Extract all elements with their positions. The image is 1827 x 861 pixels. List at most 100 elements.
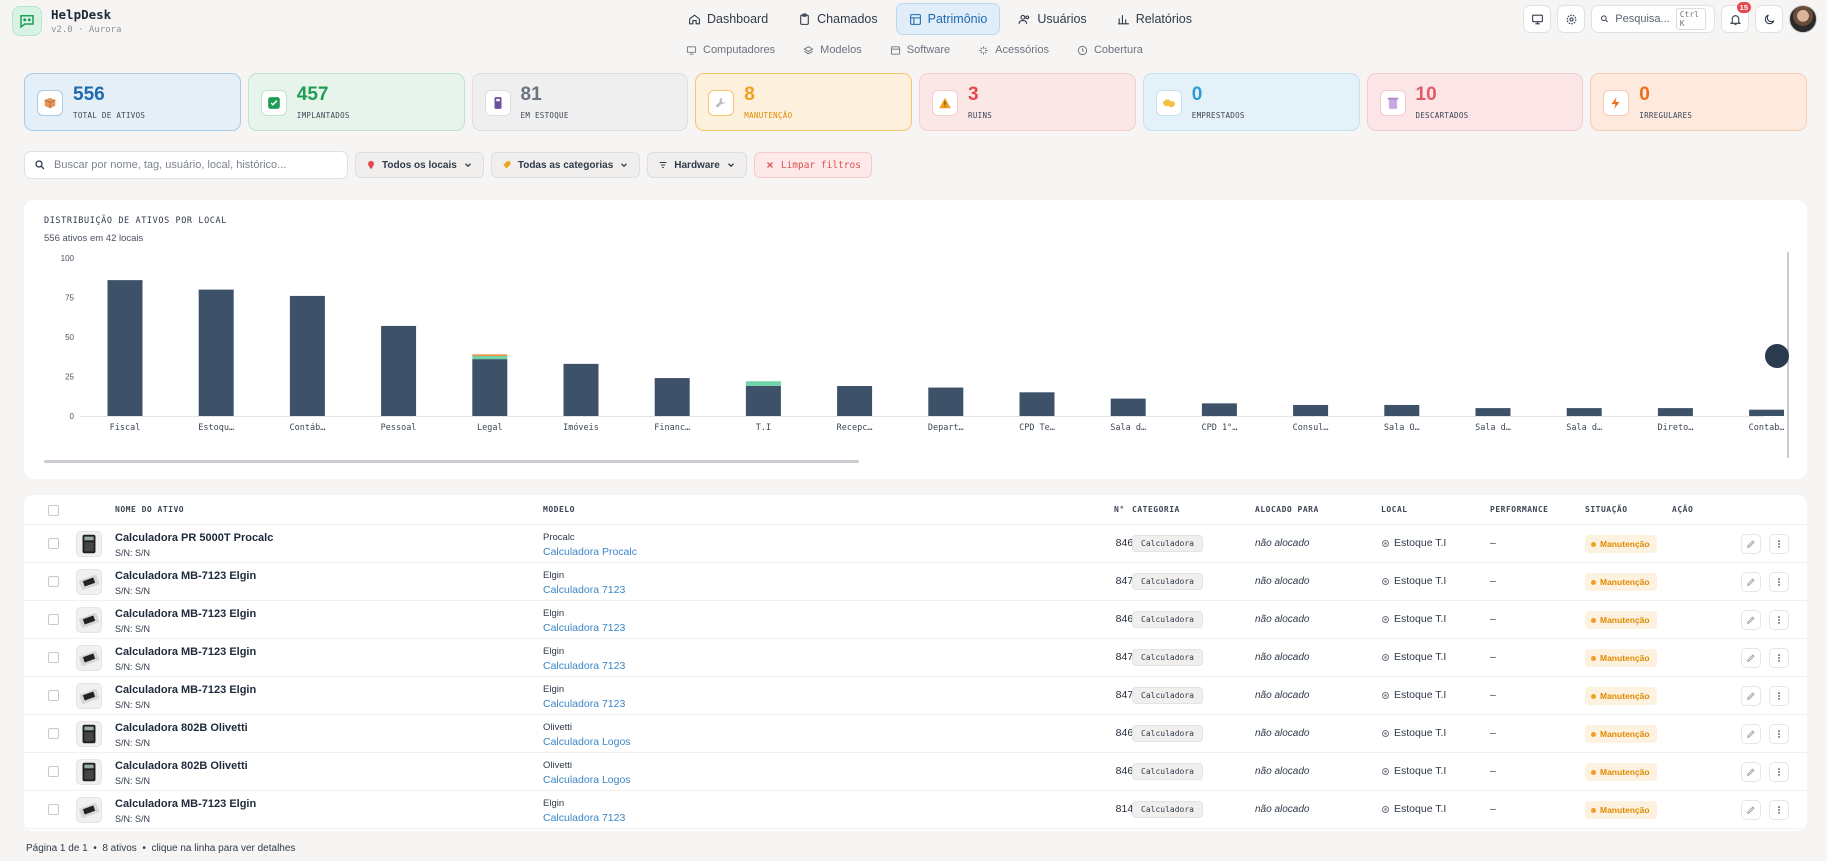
edit-button[interactable] (1741, 610, 1761, 630)
more-button[interactable] (1769, 610, 1789, 630)
table-row[interactable]: Calculadora MB-7123 Elgin S/N: S/N Elgin Ca… (24, 563, 1807, 601)
header-status[interactable]: SITUAÇÃO (1585, 505, 1628, 514)
bar-main[interactable] (289, 295, 325, 416)
nav-chamados[interactable]: Chamados (786, 3, 889, 35)
nav-relatorios[interactable]: Relatórios (1105, 3, 1204, 35)
stat-card-emprestados[interactable]: 0 EMPRESTADOS (1142, 73, 1360, 131)
clear-filters-button[interactable]: Limpar filtros (753, 152, 872, 178)
bar-main[interactable] (1384, 404, 1420, 416)
app-logo[interactable] (12, 6, 42, 36)
bar-main[interactable] (1201, 403, 1237, 416)
header-category[interactable]: CATEGORIA (1132, 505, 1180, 514)
bar-segment-2[interactable] (472, 354, 508, 356)
bar-main[interactable] (198, 289, 234, 416)
edit-button[interactable] (1741, 686, 1761, 706)
model-link[interactable]: Calculadora 7123 (543, 584, 625, 596)
location-filter[interactable]: Todos os locais (355, 152, 484, 178)
notifications-button[interactable]: 15 (1721, 2, 1751, 33)
more-button[interactable] (1769, 686, 1789, 706)
row-checkbox[interactable] (48, 690, 59, 701)
stat-card-ruins[interactable]: 3 RUINS (919, 73, 1136, 131)
more-button[interactable] (1769, 800, 1789, 820)
stat-card-implantados[interactable]: 457 IMPLANTADOS (247, 73, 465, 131)
table-row[interactable]: Calculadora MB-7123 Elgin S/N: S/N Elgin Ca… (24, 639, 1807, 677)
model-link[interactable]: Calculadora Logos (543, 736, 631, 748)
global-search-button[interactable]: Pesquisa... Ctrl K (1591, 5, 1715, 33)
row-checkbox[interactable] (48, 652, 59, 663)
subnav-computadores[interactable]: Computadores (686, 44, 775, 56)
more-button[interactable] (1769, 724, 1789, 744)
more-button[interactable] (1769, 572, 1789, 592)
nav-dashboard[interactable]: Dashboard (676, 3, 780, 35)
bar-main[interactable] (1019, 392, 1055, 416)
monitor-button[interactable] (1523, 5, 1551, 33)
bar-main[interactable] (1475, 408, 1511, 416)
nav-usuarios[interactable]: Usuários (1006, 3, 1098, 35)
model-link[interactable]: Calculadora Logos (543, 774, 631, 786)
edit-button[interactable] (1741, 762, 1761, 782)
select-all-checkbox[interactable] (48, 505, 59, 516)
bar-main[interactable] (381, 325, 417, 416)
table-row[interactable]: Calculadora MB-7123 Elgin S/N: S/N Elgin Ca… (24, 677, 1807, 715)
bar-main[interactable] (563, 363, 599, 416)
bar-main[interactable] (654, 378, 690, 416)
table-row[interactable]: Calculadora 802B Olivetti S/N: S/N Olivett… (24, 753, 1807, 791)
bar-main[interactable] (107, 280, 143, 416)
subnav-modelos[interactable]: Modelos (803, 44, 862, 56)
header-number[interactable]: N° (1114, 505, 1125, 514)
bar-main[interactable] (1110, 398, 1146, 416)
theme-toggle[interactable] (1755, 5, 1783, 33)
header-location[interactable]: LOCAL (1381, 505, 1408, 514)
row-checkbox[interactable] (48, 576, 59, 587)
table-row[interactable]: Calculadora 802B Olivetti S/N: S/N Olivett… (24, 715, 1807, 753)
chart-horizontal-scrollbar[interactable] (44, 460, 859, 463)
row-checkbox[interactable] (48, 766, 59, 777)
subnav-cobertura[interactable]: Cobertura (1077, 44, 1143, 56)
more-button[interactable] (1769, 534, 1789, 554)
bar-main[interactable] (745, 385, 781, 416)
settings-button[interactable] (1557, 5, 1585, 33)
row-checkbox[interactable] (48, 804, 59, 815)
stat-card-descartados[interactable]: 10 DESCARTADOS (1366, 73, 1584, 131)
stat-card-total-de-ativos[interactable]: 556 TOTAL DE ATIVOS (24, 73, 241, 131)
header-model[interactable]: MODELO (543, 505, 575, 514)
row-checkbox[interactable] (48, 728, 59, 739)
bar-main[interactable] (472, 359, 508, 416)
edit-button[interactable] (1741, 572, 1761, 592)
type-filter[interactable]: Hardware (647, 152, 747, 178)
header-allocated[interactable]: ALOCADO PARA (1255, 505, 1319, 514)
header-performance[interactable]: PERFORMANCE (1490, 505, 1548, 514)
bar-main[interactable] (1293, 404, 1329, 416)
stat-card-irregulares[interactable]: 0 IRREGULARES (1590, 73, 1807, 131)
more-button[interactable] (1769, 762, 1789, 782)
row-checkbox[interactable] (48, 538, 59, 549)
table-row[interactable]: Calculadora PR 5000T Procalc S/N: S/N Proc… (24, 525, 1807, 563)
bar-main[interactable] (1566, 408, 1602, 416)
stat-card-manutencao[interactable]: 8 MANUTENÇÃO (695, 73, 912, 131)
edit-button[interactable] (1741, 800, 1761, 820)
bar-segment-1[interactable] (745, 381, 781, 386)
table-row[interactable]: Calculadora MB-7123 Elgin S/N: S/N Elgin Ca… (24, 601, 1807, 639)
model-link[interactable]: Calculadora 7123 (543, 660, 625, 672)
edit-button[interactable] (1741, 648, 1761, 668)
model-link[interactable]: Calculadora 7123 (543, 698, 625, 710)
bar-main[interactable] (928, 387, 964, 416)
table-row[interactable]: Calculadora MB-7123 Elgin S/N: S/N Elgin Ca… (24, 791, 1807, 829)
more-button[interactable] (1769, 648, 1789, 668)
subnav-software[interactable]: Software (890, 44, 950, 56)
edit-button[interactable] (1741, 534, 1761, 554)
model-link[interactable]: Calculadora Procalc (543, 546, 637, 558)
subnav-acessorios[interactable]: Acessórios (978, 44, 1049, 56)
stat-card-em-estoque[interactable]: 81 EM ESTOQUE (471, 73, 689, 131)
category-filter[interactable]: Todas as categorias (490, 152, 641, 178)
bar-main[interactable] (1749, 409, 1784, 416)
bar-main[interactable] (837, 385, 873, 416)
nav-patrimonio[interactable]: Patrimônio (895, 3, 1001, 35)
header-name[interactable]: NOME DO ATIVO (115, 505, 184, 514)
model-link[interactable]: Calculadora 7123 (543, 812, 625, 824)
model-link[interactable]: Calculadora 7123 (543, 622, 625, 634)
edit-button[interactable] (1741, 724, 1761, 744)
row-checkbox[interactable] (48, 614, 59, 625)
bar-main[interactable] (1657, 408, 1693, 416)
bar-segment-1[interactable] (472, 355, 508, 360)
